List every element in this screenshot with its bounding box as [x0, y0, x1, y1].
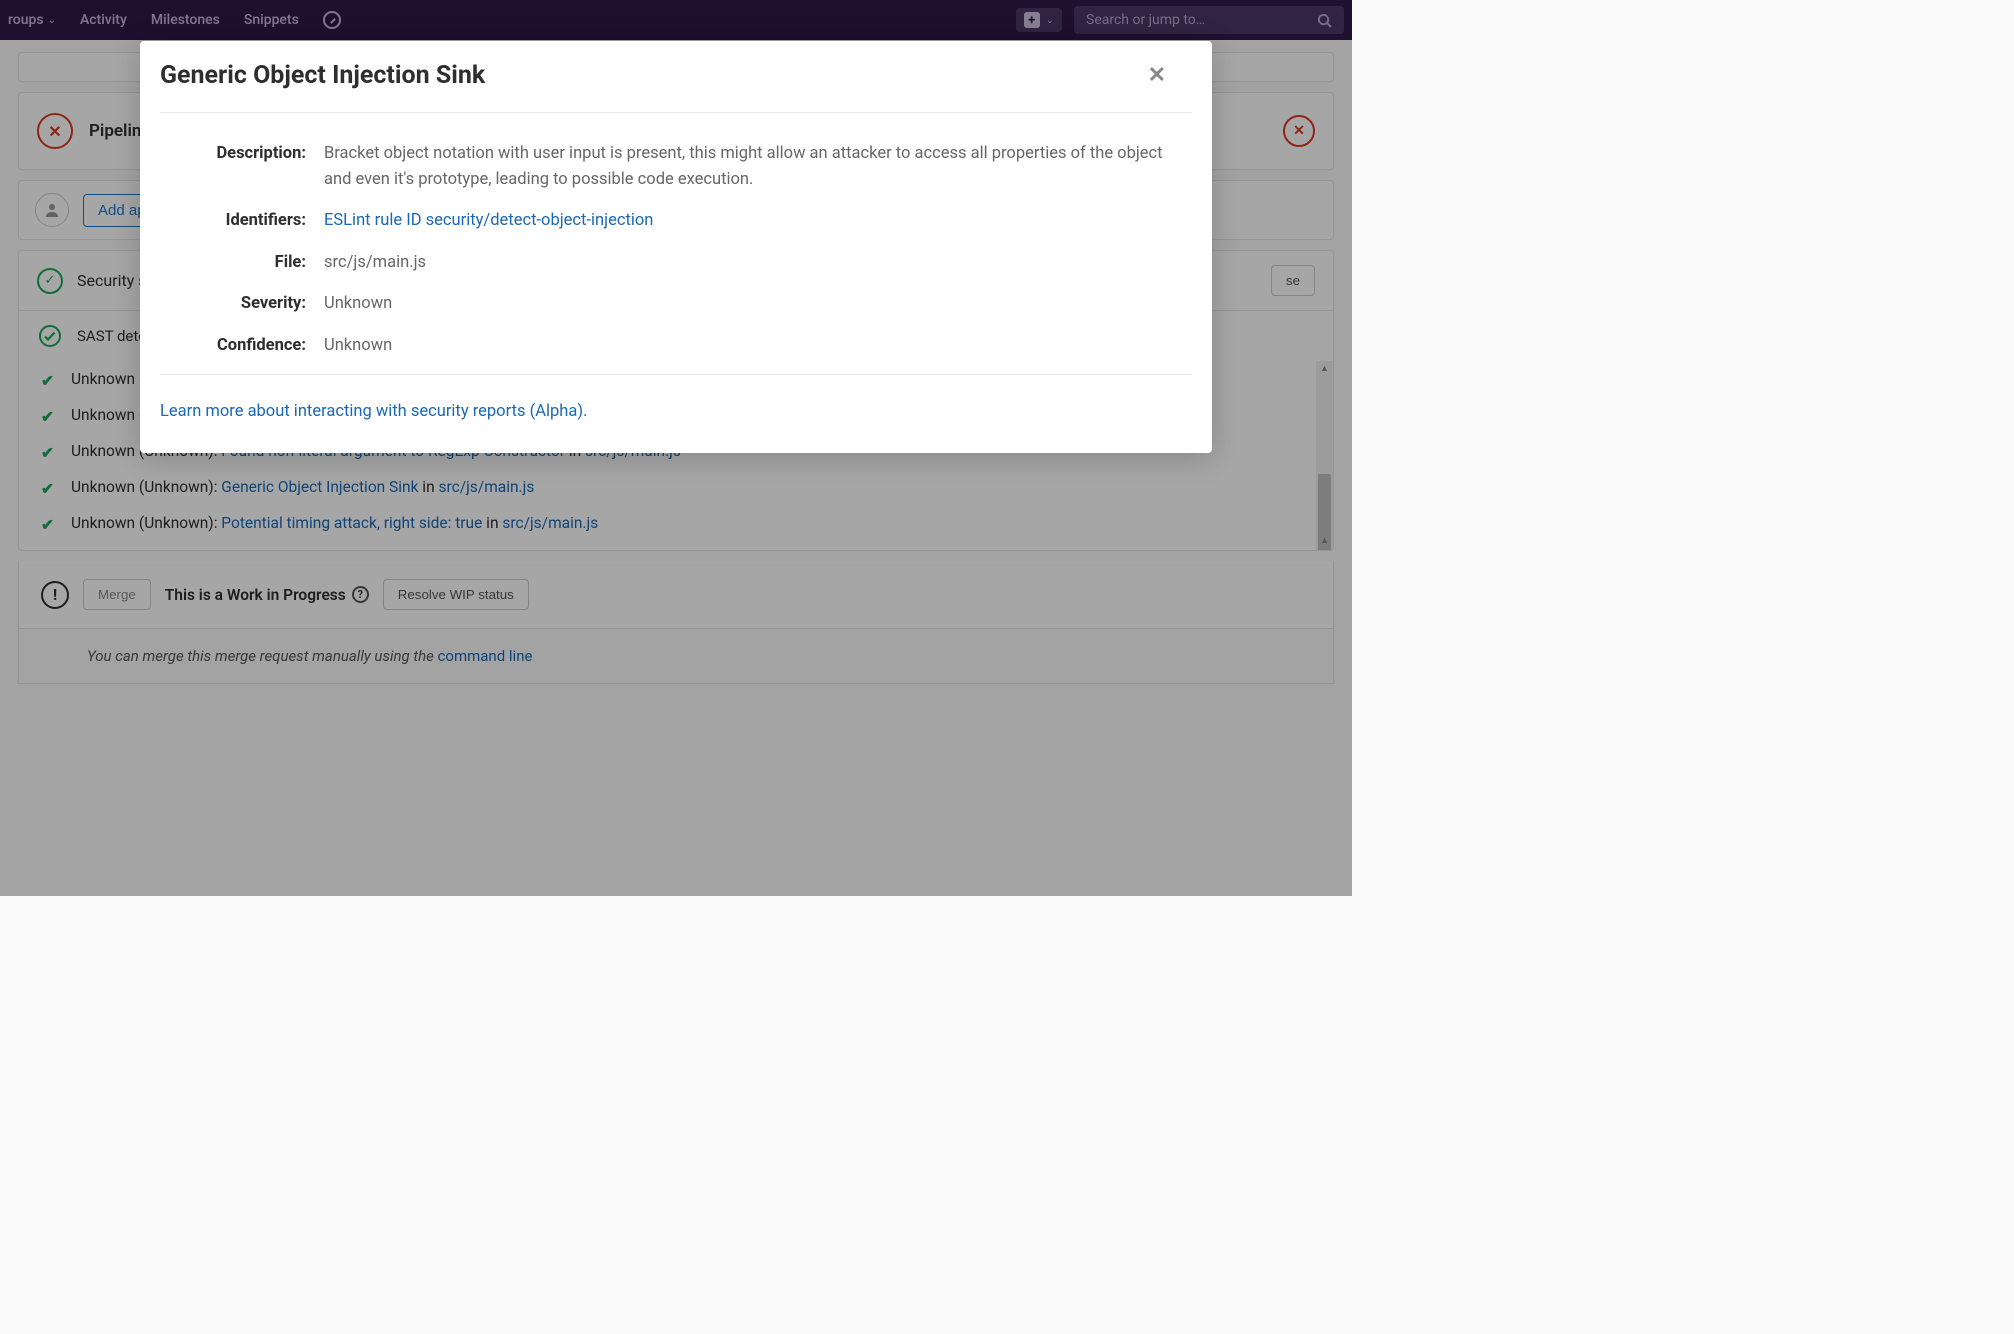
- identifiers-link[interactable]: ESLint rule ID security/detect-object-in…: [324, 208, 653, 234]
- severity-label: Severity:: [160, 294, 324, 313]
- file-value: src/js/main.js: [324, 250, 426, 276]
- identifiers-label: Identifiers:: [160, 211, 324, 230]
- confidence-value: Unknown: [324, 333, 392, 359]
- vulnerability-modal: Generic Object Injection Sink ✕ Descript…: [140, 41, 1212, 453]
- description-value: Bracket object notation with user input …: [324, 141, 1192, 192]
- severity-value: Unknown: [324, 291, 392, 317]
- description-label: Description:: [160, 144, 324, 163]
- close-icon[interactable]: ✕: [1148, 63, 1166, 88]
- file-label: File:: [160, 253, 324, 272]
- confidence-label: Confidence:: [160, 336, 324, 355]
- learn-more-link[interactable]: Learn more about interacting with securi…: [160, 402, 587, 421]
- modal-title: Generic Object Injection Sink: [160, 61, 485, 90]
